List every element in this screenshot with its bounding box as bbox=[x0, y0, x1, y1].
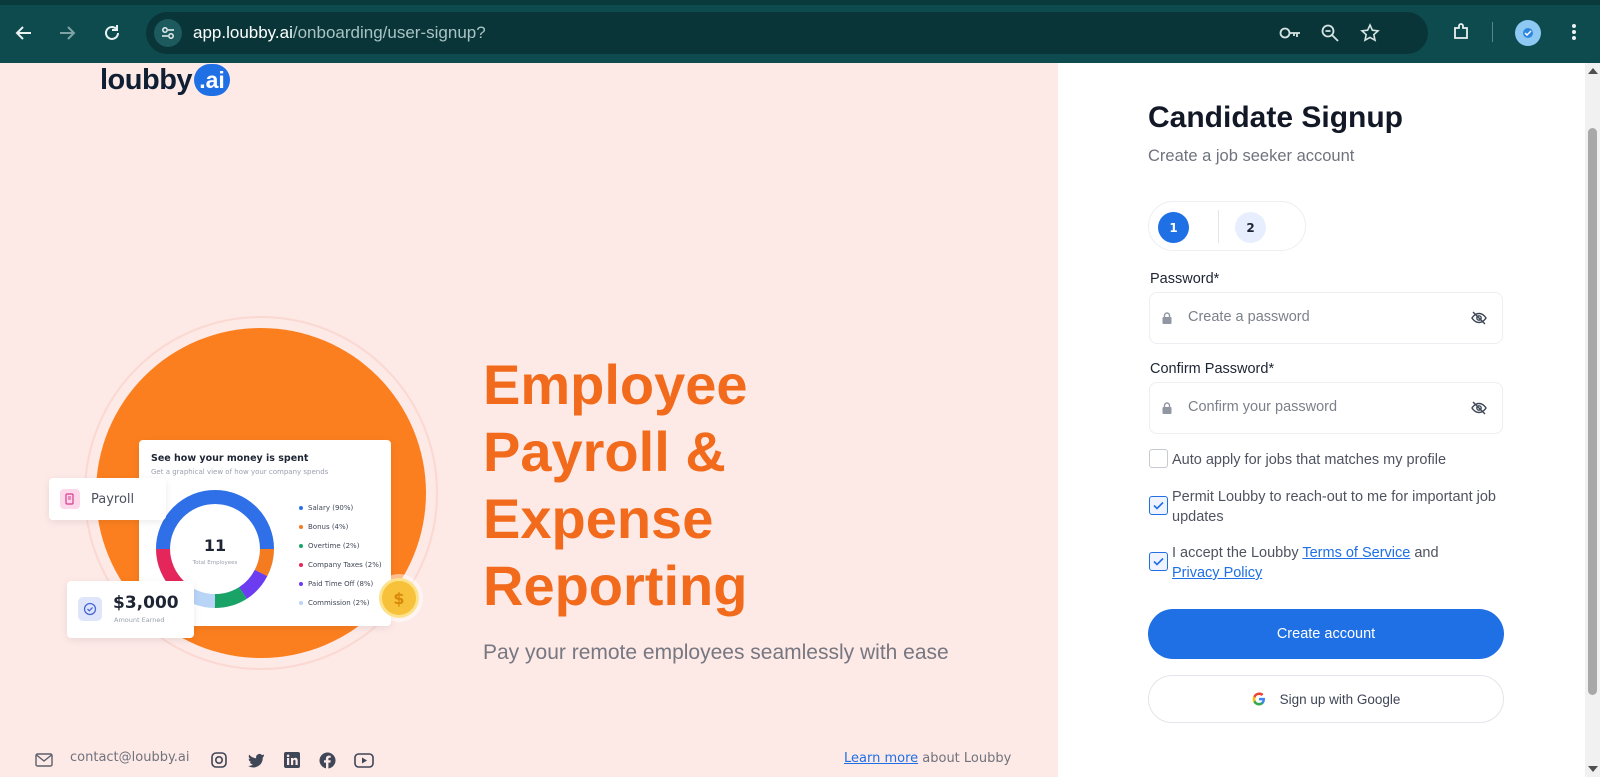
legend-item: Paid Time Off (8%) bbox=[299, 574, 382, 593]
legend-dot bbox=[299, 505, 303, 510]
lock-icon bbox=[1162, 402, 1172, 414]
accept-terms-checkbox[interactable] bbox=[1149, 552, 1168, 571]
eye-off-icon[interactable] bbox=[1470, 309, 1488, 327]
legend-dot bbox=[299, 524, 303, 529]
hero-headline: Employee Payroll & Expense Reporting bbox=[483, 351, 748, 619]
confirm-password-label: Confirm Password* bbox=[1150, 361, 1275, 377]
headline-line: Payroll & bbox=[483, 420, 726, 483]
zoom-icon[interactable] bbox=[1318, 21, 1342, 45]
legend-item: Salary (90%) bbox=[299, 498, 382, 517]
address-bar[interactable]: app.loubby.ai/onboarding/user-signup? bbox=[146, 12, 1428, 54]
tab-strip bbox=[0, 0, 1600, 5]
signup-stepper: 1 2 bbox=[1148, 201, 1306, 251]
check-icon bbox=[1153, 501, 1164, 510]
headline-line: Expense bbox=[483, 487, 714, 550]
page-scrollbar[interactable] bbox=[1585, 63, 1600, 777]
password-field[interactable]: Create a password bbox=[1149, 292, 1503, 344]
google-signup-label: Sign up with Google bbox=[1279, 691, 1401, 707]
amount-earned-chip: $3,000 Amount Earned bbox=[67, 581, 194, 638]
page-title: Candidate Signup bbox=[1148, 101, 1403, 134]
scrollbar-thumb[interactable] bbox=[1588, 128, 1597, 695]
extensions-icon[interactable] bbox=[1446, 17, 1476, 47]
facebook-icon[interactable] bbox=[317, 750, 337, 770]
headline-line: Reporting bbox=[483, 554, 748, 617]
check-icon bbox=[1153, 557, 1164, 566]
scroll-up-arrow-icon[interactable] bbox=[1588, 68, 1598, 74]
amount-label: Amount Earned bbox=[114, 616, 165, 624]
mail-icon bbox=[35, 753, 53, 767]
step-1[interactable]: 1 bbox=[1158, 212, 1189, 243]
donut-center-value: 11 bbox=[204, 536, 226, 555]
reload-icon[interactable] bbox=[98, 19, 126, 47]
step-2[interactable]: 2 bbox=[1235, 212, 1266, 243]
google-signup-button[interactable]: Sign up with Google bbox=[1148, 675, 1504, 723]
auto-apply-label: Auto apply for jobs that matches my prof… bbox=[1172, 452, 1447, 468]
permit-contact-label: Permit Loubby to reach-out to me for imp… bbox=[1172, 489, 1496, 525]
site-settings-icon[interactable] bbox=[154, 19, 182, 47]
password-label: Password* bbox=[1150, 271, 1220, 287]
confirm-password-field[interactable]: Confirm your password bbox=[1149, 382, 1503, 434]
amount-value: $3,000 bbox=[113, 593, 179, 613]
eye-off-icon[interactable] bbox=[1470, 399, 1488, 417]
coin-icon: $ bbox=[379, 578, 419, 618]
contact-email[interactable]: contact@loubby.ai bbox=[70, 750, 190, 765]
page-footer: contact@loubby.ai Learn more about Loubb… bbox=[0, 746, 1058, 777]
verified-icon bbox=[78, 597, 102, 621]
password-placeholder: Create a password bbox=[1188, 309, 1310, 325]
legend-item: Commission (2%) bbox=[299, 593, 382, 612]
donut-center-label: Total Employees bbox=[192, 560, 238, 566]
page-subtitle: Create a job seeker account bbox=[1148, 147, 1355, 165]
twitter-icon[interactable] bbox=[246, 750, 266, 770]
payroll-chip: Payroll bbox=[49, 478, 166, 520]
hero-section: loubby .ai See how your money is spent G… bbox=[0, 63, 1058, 777]
permit-contact-checkbox[interactable] bbox=[1149, 496, 1168, 515]
more-menu-icon[interactable] bbox=[1559, 17, 1589, 47]
legend-dot bbox=[299, 543, 303, 548]
password-key-icon[interactable] bbox=[1278, 21, 1302, 45]
legend-item: Bonus (4%) bbox=[299, 517, 382, 536]
instagram-icon[interactable] bbox=[209, 750, 229, 770]
payroll-chip-label: Payroll bbox=[91, 491, 135, 507]
spending-legend: Salary (90%) Bonus (4%) Overtime (2%) Co… bbox=[299, 498, 382, 612]
legend-dot bbox=[299, 581, 303, 586]
back-icon[interactable] bbox=[10, 19, 38, 47]
headline-line: Employee bbox=[483, 353, 748, 416]
spending-card-title: See how your money is spent bbox=[151, 453, 309, 464]
hero-tagline: Pay your remote employees seamlessly wit… bbox=[483, 641, 949, 664]
step-divider bbox=[1218, 210, 1219, 243]
google-icon bbox=[1252, 692, 1265, 706]
auto-apply-checkbox[interactable] bbox=[1149, 449, 1168, 468]
youtube-icon[interactable] bbox=[354, 750, 374, 770]
loubby-logo[interactable]: loubby .ai bbox=[100, 63, 231, 97]
url-text: app.loubby.ai/onboarding/user-signup? bbox=[193, 23, 486, 42]
payroll-icon bbox=[60, 489, 80, 509]
profile-avatar[interactable] bbox=[1515, 20, 1541, 46]
learn-more-text: Learn more about Loubby bbox=[844, 751, 1012, 766]
scroll-down-arrow-icon[interactable] bbox=[1588, 766, 1598, 772]
legend-dot bbox=[299, 600, 303, 605]
spending-card-subtitle: Get a graphical view of how your company… bbox=[151, 468, 329, 476]
legend-dot bbox=[299, 562, 303, 567]
linkedin-icon[interactable] bbox=[282, 750, 302, 770]
forward-icon[interactable] bbox=[53, 19, 81, 47]
toolbar-divider bbox=[1492, 22, 1493, 42]
confirm-password-placeholder: Confirm your password bbox=[1188, 399, 1338, 415]
accept-terms-label: I accept the Loubby Terms of Service and… bbox=[1172, 545, 1439, 581]
terms-of-service-link[interactable]: Terms of Service bbox=[1302, 545, 1410, 561]
legend-item: Overtime (2%) bbox=[299, 536, 382, 555]
bookmark-star-icon[interactable] bbox=[1358, 21, 1382, 45]
signup-panel: Candidate Signup Create a job seeker acc… bbox=[1058, 63, 1585, 777]
learn-more-link[interactable]: Learn more bbox=[844, 751, 918, 766]
legend-item: Company Taxes (2%) bbox=[299, 555, 382, 574]
lock-icon bbox=[1162, 312, 1172, 324]
create-account-button[interactable]: Create account bbox=[1148, 609, 1504, 659]
browser-toolbar: app.loubby.ai/onboarding/user-signup? bbox=[0, 0, 1600, 63]
privacy-policy-link[interactable]: Privacy Policy bbox=[1172, 565, 1262, 581]
